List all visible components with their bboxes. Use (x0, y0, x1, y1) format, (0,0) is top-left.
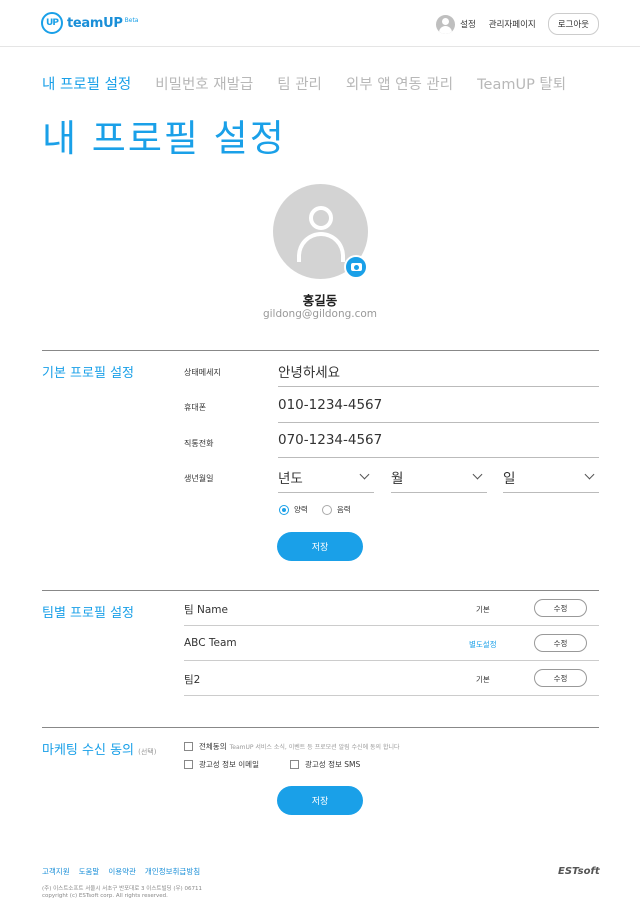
tab-password-reissue[interactable]: 비밀번호 재발급 (155, 73, 253, 94)
calendar-type-group: 양력 음력 (279, 504, 365, 515)
birthday-label: 생년월일 (184, 474, 214, 483)
marketing-title-text: 마케팅 수신 동의 (42, 743, 134, 758)
sms-consent-label: 광고성 정보 SMS (305, 760, 361, 769)
footer-copyright: copyright (c) ESTsoft corp. All rights r… (42, 893, 168, 899)
direct-phone-input[interactable]: 070-1234-4567 (278, 430, 599, 458)
tab-my-profile[interactable]: 내 프로필 설정 (42, 73, 131, 94)
chevron-down-icon (472, 469, 483, 480)
birth-day-value: 일 (503, 471, 516, 487)
team-status: 별도설정 (469, 640, 497, 649)
team-name: 팀2 (184, 674, 201, 686)
direct-phone-label: 직통전화 (184, 439, 214, 448)
birth-month-select[interactable]: 월 (391, 465, 487, 493)
beta-badge: Beta (124, 16, 139, 24)
solar-radio[interactable] (279, 504, 289, 515)
marketing-consent-title: 마케팅 수신 동의 (선택) (42, 739, 156, 758)
agree-all-description: TeamUP 서비스 소식, 이벤트 등 프로모션 알림 수신에 동의 합니다 (229, 744, 400, 751)
admin-page-link[interactable]: 관리자페이지 (489, 18, 536, 30)
profile-email: gildong@gildong.com (262, 308, 378, 320)
email-consent-row: 광고성 정보 이메일 (184, 759, 259, 770)
email-consent-checkbox[interactable] (184, 760, 193, 769)
edit-team-profile-button[interactable]: 수정 (534, 669, 587, 687)
status-message-input[interactable]: 안녕하세요 (278, 359, 599, 387)
agree-all-row: 전체동의 TeamUP 서비스 소식, 이벤트 등 프로모션 알림 수신에 동의… (184, 741, 400, 752)
team-name: ABC Team (184, 637, 237, 649)
section-divider (42, 727, 599, 728)
footer-link-help[interactable]: 도움말 (79, 866, 100, 877)
lunar-label: 음력 (336, 505, 351, 514)
birth-year-value: 년도 (278, 471, 303, 487)
page-title: 내 프로필 설정 (42, 117, 286, 160)
team-status: 기본 (476, 675, 490, 684)
chevron-down-icon (584, 469, 595, 480)
save-marketing-button[interactable]: 저장 (277, 786, 363, 815)
email-consent-label: 광고성 정보 이메일 (199, 760, 259, 769)
user-avatar-icon[interactable] (436, 14, 456, 34)
header-nav: 설정 관리자페이지 로그아웃 (436, 13, 599, 35)
birth-day-select[interactable]: 일 (503, 465, 599, 493)
birth-month-value: 월 (391, 471, 404, 487)
birth-year-select[interactable]: 년도 (278, 465, 374, 493)
agree-all-label: 전체동의 (199, 742, 227, 751)
footer-link-privacy[interactable]: 개인정보취급방침 (145, 866, 200, 877)
settings-link[interactable]: 설정 (460, 18, 476, 30)
status-message-label: 상태메세지 (184, 368, 221, 377)
mobile-input[interactable]: 010-1234-4567 (278, 395, 599, 423)
camera-icon (350, 263, 362, 271)
footer-links: 고객지원 도움말 이용약관 개인정보취급방침 (42, 866, 209, 877)
profile-name: 홍길동 (302, 293, 338, 308)
team-profile-title: 팀별 프로필 설정 (42, 606, 134, 621)
section-divider (42, 350, 599, 351)
footer-link-support[interactable]: 고객지원 (42, 866, 70, 877)
team-row: 팀 Name 기본 수정 (184, 591, 599, 626)
logout-button[interactable]: 로그아웃 (547, 13, 599, 35)
teamup-logo[interactable]: UP teamUP Beta (41, 12, 138, 34)
chevron-down-icon (359, 469, 370, 480)
team-status: 기본 (476, 605, 490, 614)
edit-team-profile-button[interactable]: 수정 (534, 634, 587, 652)
sms-consent-row: 광고성 정보 SMS (290, 759, 360, 770)
change-photo-button[interactable] (344, 255, 368, 279)
edit-team-profile-button[interactable]: 수정 (534, 599, 587, 617)
tab-team-management[interactable]: 팀 관리 (277, 73, 322, 94)
logo-mark-icon: UP (41, 12, 63, 34)
mobile-label: 휴대폰 (184, 403, 207, 412)
basic-profile-title: 기본 프로필 설정 (42, 366, 134, 381)
footer-link-terms[interactable]: 이용약관 (108, 866, 136, 877)
team-name: 팀 Name (184, 604, 228, 616)
logo-text: teamUP (67, 15, 123, 31)
lunar-radio[interactable] (321, 504, 332, 515)
sms-consent-checkbox[interactable] (290, 760, 299, 769)
footer-address: (주) 이스트소프트 서울시 서초구 반포대로 3 이스트빌딩 (우) 0671… (42, 886, 202, 892)
tab-withdraw[interactable]: TeamUP 탈퇴 (477, 73, 566, 94)
team-row: 팀2 기본 수정 (184, 661, 599, 696)
settings-tabs: 내 프로필 설정 비밀번호 재발급 팀 관리 외부 앱 연동 관리 TeamUP… (42, 73, 590, 94)
save-basic-profile-button[interactable]: 저장 (277, 532, 363, 561)
marketing-optional-note: (선택) (138, 748, 157, 756)
estsoft-logo: ESTsoft (558, 866, 600, 877)
tab-external-apps[interactable]: 외부 앱 연동 관리 (346, 73, 453, 94)
solar-label: 양력 (294, 505, 308, 514)
agree-all-checkbox[interactable] (184, 742, 193, 751)
team-row: ABC Team 별도설정 수정 (184, 626, 599, 661)
top-header: UP teamUP Beta 설정 관리자페이지 로그아웃 (0, 0, 640, 47)
